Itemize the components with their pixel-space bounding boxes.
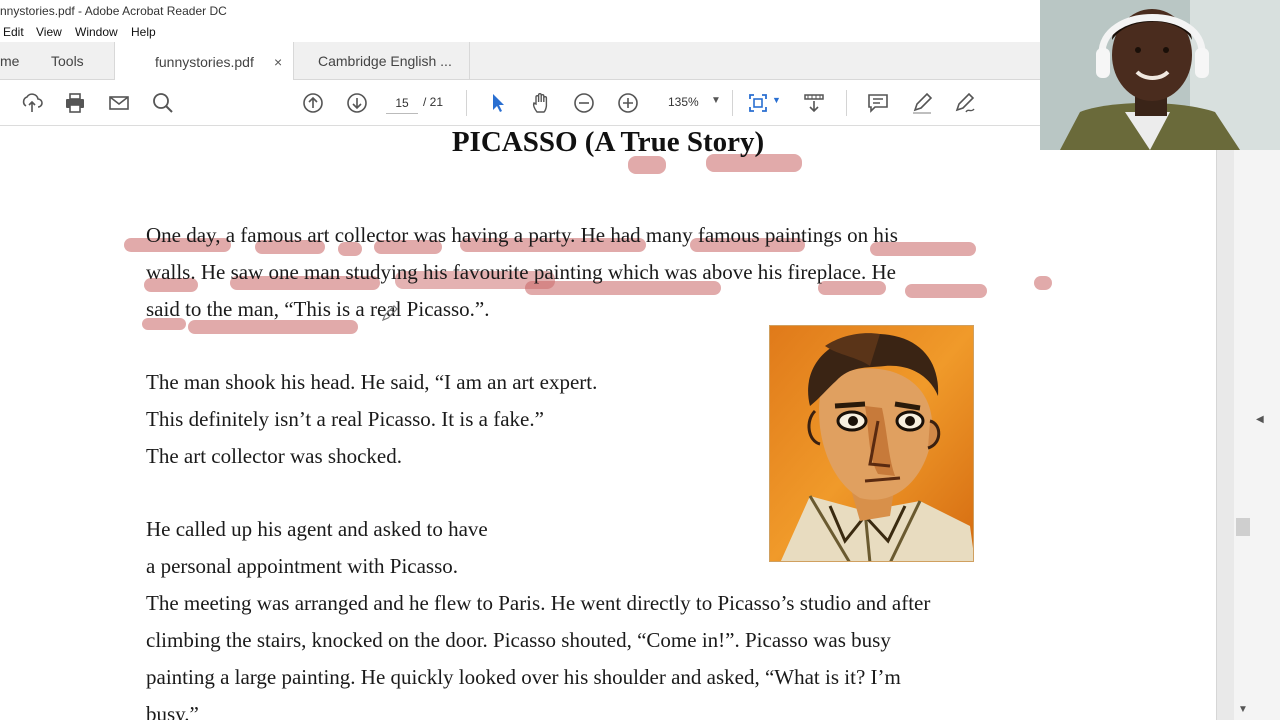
tab-home[interactable]: me <box>0 42 40 80</box>
page-down-icon[interactable] <box>346 92 368 114</box>
paragraph-line: a personal appointment with Picasso. <box>146 554 459 578</box>
acrobat-window: nnystories.pdf - Adobe Acrobat Reader DC… <box>0 0 1280 720</box>
toolbar-divider <box>732 90 733 116</box>
menu-view[interactable]: View <box>36 25 62 39</box>
paragraph-line: The man shook his head. He said, “I am a… <box>146 370 598 394</box>
zoom-level[interactable]: 135% <box>668 95 699 109</box>
close-tab-icon[interactable]: × <box>274 54 282 70</box>
toolbar-divider <box>846 90 847 116</box>
tab-tools[interactable]: Tools <box>51 42 111 80</box>
tab-funnystories-label: funnystories.pdf <box>155 53 254 70</box>
title-bar: nnystories.pdf - Adobe Acrobat Reader DC <box>0 0 1040 22</box>
page-number-input[interactable]: 15 <box>386 92 418 114</box>
ink-annotation <box>1034 276 1052 290</box>
window-title: nnystories.pdf - Adobe Acrobat Reader DC <box>0 4 227 18</box>
paragraph-line: This definitely isn’t a real Picasso. It… <box>146 407 544 431</box>
menu-help[interactable]: Help <box>131 25 156 39</box>
page-count: / 21 <box>423 95 444 109</box>
vertical-scrollbar[interactable] <box>1216 150 1234 720</box>
zoom-out-icon[interactable] <box>573 92 595 114</box>
scroll-mode-icon[interactable] <box>803 92 825 114</box>
menu-edit[interactable]: Edit <box>3 25 24 39</box>
toolbar-divider <box>466 90 467 116</box>
picasso-portrait-image <box>769 325 974 562</box>
scroll-down-icon[interactable]: ▼ <box>1238 704 1248 715</box>
zoom-in-icon[interactable] <box>617 92 639 114</box>
tab-tools-label: Tools <box>51 53 84 69</box>
paragraph-line: He called up his agent and asked to have <box>146 517 488 541</box>
mail-icon[interactable] <box>108 92 130 114</box>
paragraph-line: climbing the stairs, knocked on the door… <box>146 628 891 652</box>
pen-cursor-icon <box>381 305 398 322</box>
sign-icon[interactable] <box>954 92 976 114</box>
fit-page-dropdown-icon[interactable]: ▼ <box>772 95 781 105</box>
paragraph-line: walls. He saw one man studying his favou… <box>146 260 896 284</box>
hand-icon[interactable] <box>530 92 552 114</box>
paragraph-line: The art collector was shocked. <box>146 444 402 468</box>
ink-annotation <box>188 320 358 334</box>
tab-home-label: me <box>0 53 20 69</box>
webcam-overlay <box>1040 0 1280 150</box>
paragraph-line: painting a large painting. He quickly lo… <box>146 665 901 689</box>
print-icon[interactable] <box>64 92 86 114</box>
paragraph-line: The meeting was arranged and he flew to … <box>146 591 931 615</box>
paragraph-line: said to the man, “This is a real Picasso… <box>146 297 490 321</box>
paragraph-line: busy.” <box>146 702 199 720</box>
search-icon[interactable] <box>152 92 174 114</box>
expand-pane-icon[interactable]: ◀ <box>1256 414 1264 425</box>
menu-window[interactable]: Window <box>75 25 118 39</box>
upload-icon[interactable] <box>21 92 43 114</box>
scrollbar-thumb[interactable] <box>1236 518 1250 536</box>
right-pane <box>1234 150 1280 720</box>
tab-cambridge-label: Cambridge English ... <box>318 53 452 69</box>
paragraph-line: One day, a famous art collector was havi… <box>146 223 898 247</box>
fit-page-icon[interactable] <box>747 92 769 114</box>
tab-bar: me Tools funnystories.pdf × Cambridge En… <box>0 42 1040 81</box>
ink-annotation <box>905 284 987 298</box>
presenter-video <box>1040 0 1280 150</box>
tab-cambridge[interactable]: Cambridge English ... <box>294 42 470 80</box>
page-up-icon[interactable] <box>302 92 324 114</box>
select-arrow-icon[interactable] <box>487 92 509 114</box>
document-title: PICASSO (A True Story) <box>451 126 765 158</box>
menu-bar: Edit View Window Help <box>0 22 1040 42</box>
tab-funnystories[interactable]: funnystories.pdf × <box>114 42 294 81</box>
document-page: PICASSO (A True Story) One day, a famous… <box>0 126 1216 720</box>
zoom-dropdown-icon[interactable]: ▼ <box>711 95 721 106</box>
comment-icon[interactable] <box>867 92 889 114</box>
highlight-pen-icon[interactable] <box>911 92 933 114</box>
